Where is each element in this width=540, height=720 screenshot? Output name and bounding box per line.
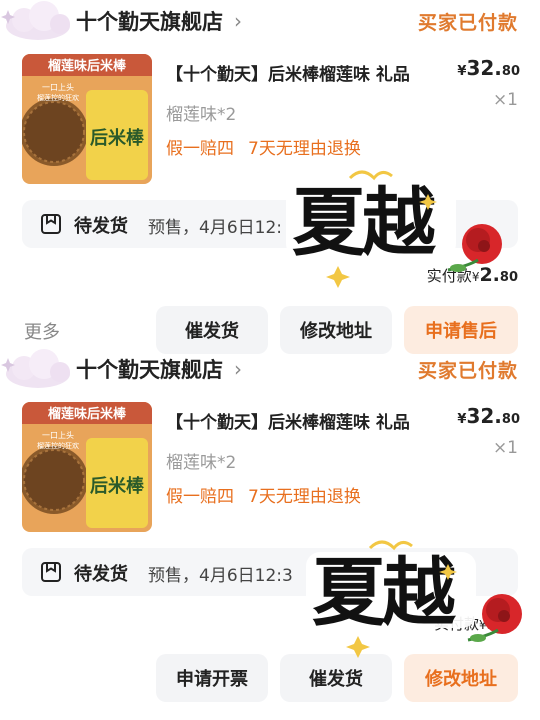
shipping-detail: 预售，4月6日12:3	[148, 566, 293, 586]
shipping-detail: 预售，4月6日12:	[148, 218, 282, 238]
tag-7day-return: 7天无理由退换	[248, 139, 361, 159]
product-thumbnail[interactable]: 榴莲味后米棒 后米棒 一口上头 榴莲控的狂欢	[22, 54, 152, 184]
service-tags: 假一赔四 7天无理由退换	[166, 482, 375, 507]
product-thumbnail[interactable]: 榴莲味后米棒 后米棒 一口上头 榴莲控的狂欢	[22, 402, 152, 532]
handwritten-sticker: 夏越	[286, 170, 502, 288]
urge-shipping-button[interactable]: 催发货	[280, 654, 392, 702]
rose-icon	[447, 224, 502, 272]
modify-address-button[interactable]: 修改地址	[404, 654, 518, 702]
cloud-icon	[1, 1, 70, 40]
shop-name[interactable]: 十个勤天旗舰店	[76, 354, 223, 384]
product-title[interactable]: 【十个勤天】后米棒榴莲味 礼品	[166, 408, 410, 433]
thumb-brand: 后米棒	[90, 127, 145, 149]
shipping-status: 待发货	[74, 216, 128, 237]
tag-fake-refund: 假一赔四	[166, 487, 234, 507]
urge-shipping-button[interactable]: 催发货	[156, 306, 268, 354]
shop-header[interactable]: 十个勤天旗舰店 › 买家已付款	[0, 348, 540, 392]
order-status: 买家已付款	[417, 360, 518, 382]
price-integer: 32.	[466, 404, 502, 428]
request-invoice-button[interactable]: 申请开票	[156, 654, 268, 702]
thumb-title: 榴莲味后米棒	[48, 58, 127, 74]
sticker-text: 夏越	[312, 550, 457, 636]
chevron-right-icon[interactable]: ›	[234, 357, 242, 381]
thumb-title: 榴莲味后米棒	[48, 406, 127, 422]
thumb-sub: 一口上头	[42, 430, 74, 440]
price-decimal: 80	[501, 64, 520, 79]
product-sku: 榴莲味*2	[166, 105, 237, 125]
chevron-right-icon[interactable]: ›	[234, 9, 242, 33]
shop-name[interactable]: 十个勤天旗舰店	[76, 6, 223, 36]
rose-icon	[467, 594, 522, 642]
product-quantity: ×1	[492, 90, 518, 110]
product-price: ¥32.80	[457, 404, 520, 428]
product-title[interactable]: 【十个勤天】后米棒榴莲味 礼品	[166, 60, 410, 85]
after-sales-button[interactable]: 申请售后	[404, 306, 518, 354]
shipping-status: 待发货	[74, 564, 128, 585]
product-sku: 榴莲味*2	[166, 453, 237, 473]
product-quantity: ×1	[492, 438, 518, 458]
product-price: ¥32.80	[457, 56, 520, 80]
thumb-sub: 一口上头	[42, 82, 74, 92]
price-integer: 32.	[466, 56, 502, 80]
package-box-icon	[41, 562, 61, 582]
thumb-sub2: 榴莲控的狂欢	[37, 93, 79, 102]
price-decimal: 80	[501, 412, 520, 427]
thumb-sub2: 榴莲控的狂欢	[37, 441, 79, 450]
shop-header[interactable]: 十个勤天旗舰店 › 买家已付款	[0, 0, 540, 44]
more-link[interactable]: 更多	[24, 318, 60, 344]
package-box-icon	[41, 214, 61, 234]
service-tags: 假一赔四 7天无理由退换	[166, 134, 375, 159]
order-status: 买家已付款	[417, 12, 518, 34]
modify-address-button[interactable]: 修改地址	[280, 306, 392, 354]
sticker-text: 夏越	[292, 180, 437, 266]
tag-fake-refund: 假一赔四	[166, 139, 234, 159]
tag-7day-return: 7天无理由退换	[248, 487, 361, 507]
handwritten-sticker: 夏越	[306, 540, 522, 658]
thumb-brand: 后米棒	[90, 475, 145, 497]
cloud-icon	[1, 349, 70, 388]
